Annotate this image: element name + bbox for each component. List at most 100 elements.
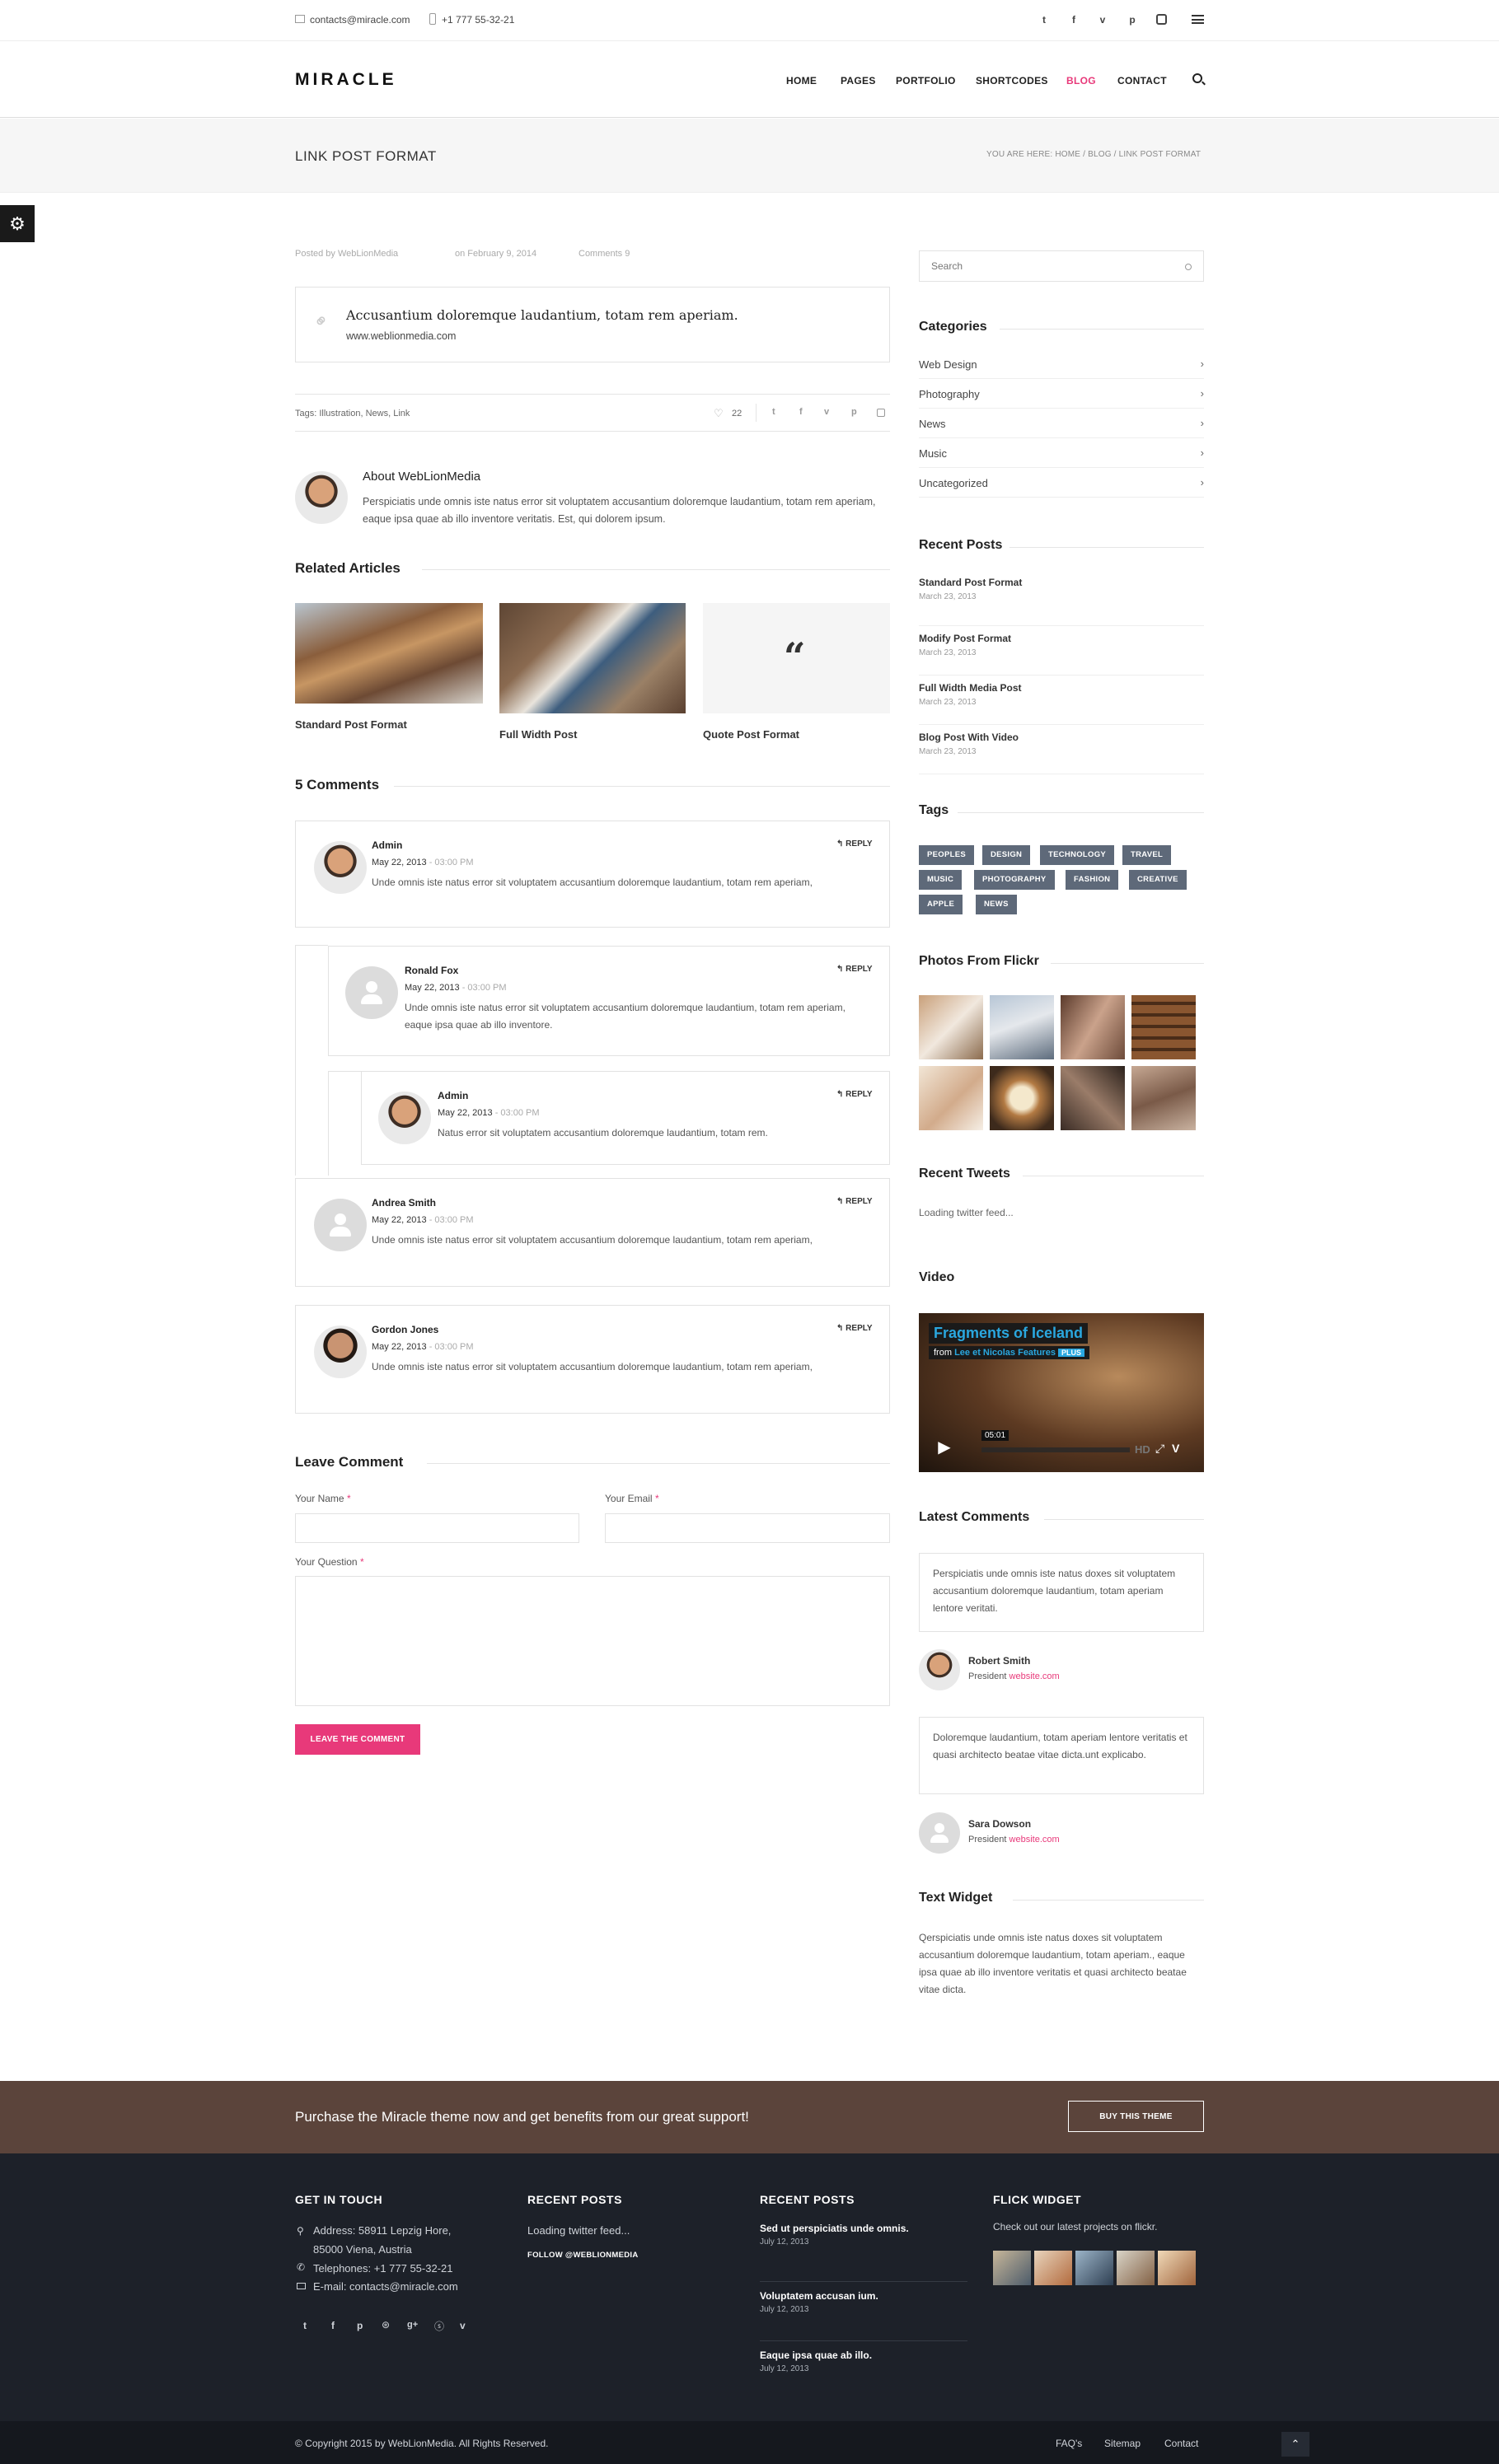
related-link[interactable]: Quote Post Format xyxy=(703,728,799,741)
nav-home[interactable]: HOME xyxy=(786,75,817,86)
footer-email[interactable]: E-mail: contacts@miracle.com xyxy=(313,2280,458,2293)
twitter-icon[interactable]: t xyxy=(303,2320,307,2331)
google-plus-icon[interactable]: g+ xyxy=(407,2320,418,2330)
video-progress-bar[interactable] xyxy=(981,1447,1130,1452)
flickr-photo[interactable] xyxy=(990,1066,1054,1130)
share-pinterest-icon[interactable]: p xyxy=(851,407,857,417)
vimeo-icon[interactable]: v xyxy=(460,2320,466,2331)
tag-chip[interactable]: PEOPLES xyxy=(919,845,974,865)
reply-button[interactable]: ↰ REPLY xyxy=(836,1197,873,1206)
question-textarea[interactable] xyxy=(295,1576,890,1706)
nav-blog[interactable]: BLOG xyxy=(1066,75,1096,86)
vimeo-icon[interactable]: v xyxy=(1097,14,1108,26)
back-to-top-icon[interactable]: ⌃ xyxy=(1281,2432,1309,2457)
search-icon[interactable] xyxy=(1185,264,1192,270)
reply-button[interactable]: ↰ REPLY xyxy=(836,965,873,974)
footer-post[interactable]: Eaque ipsa quae ab illo. July 12, 2013 xyxy=(760,2341,967,2401)
recent-post[interactable]: Modify Post Format March 23, 2013 xyxy=(919,626,1204,676)
author-site[interactable]: website.com xyxy=(1009,1671,1060,1681)
instagram-icon[interactable] xyxy=(1156,14,1167,25)
pinterest-icon[interactable]: p xyxy=(1127,14,1138,26)
reply-button[interactable]: ↰ REPLY xyxy=(836,1090,873,1099)
link-url[interactable]: www.weblionmedia.com xyxy=(346,330,456,342)
related-image-ship[interactable] xyxy=(295,603,483,704)
search-icon[interactable] xyxy=(1192,73,1206,86)
twitter-icon[interactable]: t xyxy=(1038,14,1050,26)
tag-chip[interactable]: FASHION xyxy=(1066,870,1119,890)
related-link[interactable]: Full Width Post xyxy=(499,728,577,741)
tag-chip[interactable]: TRAVEL xyxy=(1122,845,1172,865)
search-field[interactable]: Search xyxy=(919,250,1204,282)
video-player[interactable]: Fragments of Iceland from Lee et Nicolas… xyxy=(919,1313,1204,1472)
tag-chip[interactable]: TECHNOLOGY xyxy=(1040,845,1115,865)
recent-post[interactable]: Full Width Media Post March 23, 2013 xyxy=(919,676,1204,725)
flickr-photo[interactable] xyxy=(1131,995,1196,1059)
related-link[interactable]: Standard Post Format xyxy=(295,718,407,731)
flickr-photo[interactable] xyxy=(990,995,1054,1059)
tag-chip[interactable]: CREATIVE xyxy=(1129,870,1187,890)
nav-pages[interactable]: PAGES xyxy=(841,75,876,86)
post-author[interactable]: Posted by WebLionMedia xyxy=(295,249,398,259)
email-field[interactable] xyxy=(605,1513,890,1543)
tag-chip[interactable]: DESIGN xyxy=(982,845,1031,865)
vimeo-icon[interactable]: V xyxy=(1172,1442,1179,1455)
menu-icon[interactable] xyxy=(1192,15,1204,24)
play-icon[interactable]: ▶ xyxy=(930,1435,958,1458)
settings-gear-icon[interactable]: ⚙ xyxy=(0,205,35,242)
share-vimeo-icon[interactable]: v xyxy=(824,407,829,417)
video-name[interactable]: Fragments of Iceland xyxy=(929,1323,1089,1344)
facebook-icon[interactable]: f xyxy=(331,2320,335,2331)
flickr-photo[interactable] xyxy=(1061,1066,1125,1130)
share-facebook-icon[interactable]: f xyxy=(799,407,803,417)
flickr-photo[interactable] xyxy=(919,1066,983,1130)
related-image-desk[interactable] xyxy=(499,603,686,713)
fullscreen-icon[interactable]: ⤢ xyxy=(1155,1442,1164,1456)
flick-photo[interactable] xyxy=(1158,2251,1196,2285)
nav-shortcodes[interactable]: SHORTCODES xyxy=(976,75,1048,86)
flick-photo[interactable] xyxy=(1034,2251,1072,2285)
reply-button[interactable]: ↰ REPLY xyxy=(836,839,873,849)
post-comments-count[interactable]: Comments 9 xyxy=(579,249,630,259)
follow-link[interactable]: FOLLOW @WEBLIONMEDIA xyxy=(527,2251,639,2260)
author-site[interactable]: website.com xyxy=(1009,1835,1060,1844)
footer-link[interactable]: FAQ's xyxy=(1056,2438,1082,2449)
skype-icon[interactable]: ⓢ xyxy=(434,2319,444,2333)
flickr-photo[interactable] xyxy=(1061,995,1125,1059)
flick-photo[interactable] xyxy=(993,2251,1031,2285)
name-field[interactable] xyxy=(295,1513,579,1543)
link-title[interactable]: Accusantium doloremque laudantium, totam… xyxy=(346,307,738,323)
submit-comment-button[interactable]: LEAVE THE COMMENT xyxy=(295,1724,420,1755)
nav-contact[interactable]: CONTACT xyxy=(1117,75,1167,86)
pinterest-icon[interactable]: p xyxy=(357,2320,363,2331)
footer-link[interactable]: Sitemap xyxy=(1104,2438,1141,2449)
category-item[interactable]: Web Design › xyxy=(919,349,1204,379)
category-item[interactable]: News › xyxy=(919,409,1204,438)
video-author[interactable]: Lee et Nicolas Features xyxy=(954,1348,1056,1358)
logo[interactable]: MIRACLE xyxy=(295,70,397,90)
recent-post[interactable]: Standard Post Format March 23, 2013 xyxy=(919,577,1204,626)
category-item[interactable]: Photography › xyxy=(919,379,1204,409)
nav-portfolio[interactable]: PORTFOLIO xyxy=(896,75,956,86)
flickr-photo[interactable] xyxy=(1131,1066,1196,1130)
facebook-icon[interactable]: f xyxy=(1068,14,1080,26)
tag-chip[interactable]: MUSIC xyxy=(919,870,963,890)
flick-photo[interactable] xyxy=(1075,2251,1113,2285)
share-twitter-icon[interactable]: t xyxy=(772,407,775,417)
tag-chip[interactable]: PHOTOGRAPHY xyxy=(974,870,1055,890)
heart-icon[interactable]: ♡ xyxy=(714,407,724,420)
flick-photo[interactable] xyxy=(1117,2251,1155,2285)
reply-button[interactable]: ↰ REPLY xyxy=(836,1324,873,1333)
topbar-email[interactable]: contacts@miracle.com xyxy=(310,14,410,26)
buy-theme-button[interactable]: BUY THIS THEME xyxy=(1068,2101,1204,2132)
breadcrumb[interactable]: YOU ARE HERE: HOME / BLOG / LINK POST FO… xyxy=(986,150,1201,159)
category-item[interactable]: Uncategorized › xyxy=(919,468,1204,498)
dribbble-icon[interactable]: ⊛ xyxy=(382,2319,390,2331)
footer-post[interactable]: Sed ut perspiciatis unde omnis. July 12, … xyxy=(760,2223,967,2282)
hd-label[interactable]: HD xyxy=(1135,1443,1150,1456)
post-tags[interactable]: Tags: Illustration, News, Link xyxy=(295,409,410,418)
footer-post[interactable]: Voluptatem accusan ium. July 12, 2013 xyxy=(760,2282,967,2341)
tag-chip[interactable]: APPLE xyxy=(919,895,963,914)
recent-post[interactable]: Blog Post With Video March 23, 2013 xyxy=(919,725,1204,774)
related-image-quote[interactable]: “ xyxy=(703,603,890,713)
category-item[interactable]: Music › xyxy=(919,438,1204,468)
